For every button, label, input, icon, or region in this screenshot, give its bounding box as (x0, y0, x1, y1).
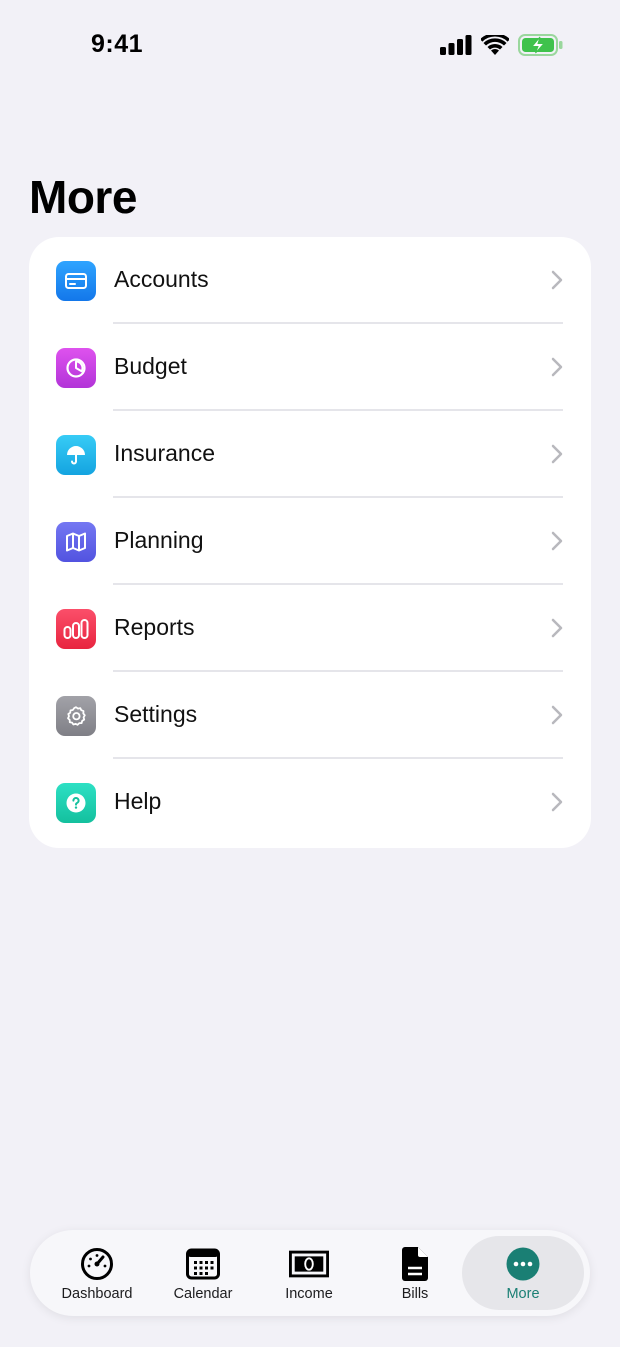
menu-item-label: Help (114, 788, 162, 814)
more-menu-card: Accounts Budget Insurance Planning Repor… (29, 237, 591, 848)
map-icon (56, 522, 96, 562)
chevron-right-icon (551, 357, 563, 377)
pie-chart-icon (56, 348, 96, 388)
tab-bar: Dashboard Calendar Income Bills More (30, 1230, 590, 1316)
tab-income[interactable]: Income (256, 1230, 362, 1316)
menu-item-reports[interactable]: Reports (29, 585, 591, 672)
speedometer-icon (77, 1246, 117, 1282)
tab-calendar[interactable]: Calendar (150, 1230, 256, 1316)
chevron-right-icon (551, 270, 563, 290)
chevron-right-icon (551, 618, 563, 638)
chevron-right-icon (551, 705, 563, 725)
menu-item-label: Reports (114, 614, 195, 640)
chevron-right-icon (551, 792, 563, 812)
tab-label: Calendar (173, 1286, 233, 1302)
document-icon (395, 1246, 435, 1282)
status-time: 9:41 (91, 30, 144, 58)
bar-chart-icon (56, 609, 96, 649)
menu-item-label: Insurance (114, 440, 216, 466)
tab-label: Income (285, 1286, 333, 1302)
status-bar: 9:41 (0, 0, 620, 92)
gear-icon (56, 696, 96, 736)
tab-more[interactable]: More (462, 1236, 584, 1310)
tab-bills[interactable]: Bills (362, 1230, 468, 1316)
credit-card-icon (56, 261, 96, 301)
chevron-right-icon (551, 444, 563, 464)
question-icon (56, 783, 96, 823)
cellular-signal-icon (440, 35, 472, 55)
menu-item-planning[interactable]: Planning (29, 498, 591, 585)
tab-label: Bills (401, 1286, 429, 1302)
chevron-right-icon (551, 531, 563, 551)
menu-item-help[interactable]: Help (29, 759, 591, 846)
tab-label: Dashboard (61, 1286, 133, 1302)
umbrella-icon (56, 435, 96, 475)
menu-item-accounts[interactable]: Accounts (29, 237, 591, 324)
tab-label: More (506, 1286, 540, 1302)
page-title: More (29, 171, 137, 223)
calendar-icon (183, 1246, 223, 1282)
wifi-icon (481, 34, 509, 55)
menu-item-settings[interactable]: Settings (29, 672, 591, 759)
menu-item-budget[interactable]: Budget (29, 324, 591, 411)
status-icons (440, 34, 564, 56)
menu-item-label: Accounts (114, 266, 209, 292)
menu-item-label: Budget (114, 353, 187, 379)
menu-item-label: Planning (114, 527, 204, 553)
menu-item-label: Settings (114, 701, 198, 727)
battery-charging-icon (518, 34, 563, 56)
banknote-icon (289, 1246, 329, 1282)
menu-item-insurance[interactable]: Insurance (29, 411, 591, 498)
ellipsis-circle-icon (503, 1246, 543, 1282)
tab-dashboard[interactable]: Dashboard (44, 1230, 150, 1316)
